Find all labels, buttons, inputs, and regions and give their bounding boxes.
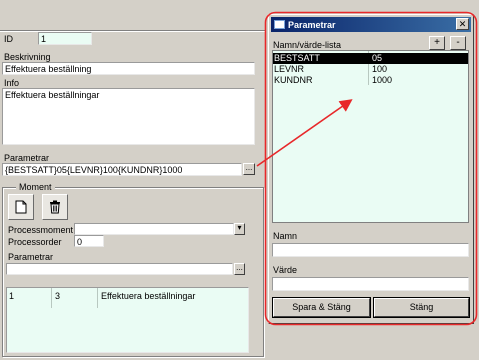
list-label: Namn/värde-lista [273,40,342,50]
namn-label: Namn [273,231,298,241]
dialog-titlebar[interactable]: Parametrar ✕ [271,17,471,32]
moment-parametrar-browse-button[interactable]: ... [234,263,245,275]
id-field[interactable]: 1 [38,32,92,45]
varde-label: Värde [273,265,298,275]
processorder-field[interactable]: 0 [74,235,104,247]
processmoment-dropdown-button[interactable]: ▾ [234,223,245,235]
info-textarea[interactable]: Effektuera beställningar [2,88,255,145]
close-button[interactable]: Stäng [374,298,469,317]
param-name: KUNDNR [274,75,313,85]
processmoment-label: Processmoment [8,225,74,235]
col-divider-2 [97,288,98,308]
dialog-title: Parametrar [288,19,336,30]
moment-parametrar-field[interactable] [6,263,233,275]
beskrivning-field[interactable]: Effektuera beställning [2,62,255,75]
id-label: ID [4,34,13,44]
parametrar-browse-button[interactable]: ... [243,163,255,175]
row-col-3: Effektuera beställningar [101,291,196,301]
processmoment-select[interactable] [74,223,234,235]
add-button[interactable]: + [429,36,445,50]
moment-parametrar-label: Parametrar [8,252,54,262]
param-row[interactable]: LEVNR 100 [273,64,468,75]
parametrar-label: Parametrar [4,153,50,163]
window-icon [274,20,285,29]
param-row[interactable]: KUNDNR 1000 [273,75,468,86]
varde-field[interactable] [272,277,469,291]
delete-button[interactable] [42,194,68,220]
new-document-icon [15,200,27,214]
close-icon[interactable]: ✕ [456,18,469,30]
param-name: BESTSATT [274,53,320,63]
row-col-2: 3 [55,291,61,301]
row-col-1: 1 [9,291,15,301]
param-value: 05 [372,53,383,63]
col-divider-1 [51,288,52,308]
param-value: 100 [372,64,388,74]
moment-list-row[interactable]: 1 3 Effektuera beställningar [9,291,247,302]
info-label: Info [4,78,20,88]
processorder-label: Processorder [8,237,62,247]
param-value: 1000 [372,75,393,85]
save-and-close-button[interactable]: Spara & Stäng [273,298,370,317]
param-name: LEVNR [274,64,305,74]
trash-icon [50,200,60,214]
parametrar-field[interactable]: {BESTSATT}05{LEVNR}100{KUNDNR}1000 [2,163,242,176]
namn-field[interactable] [272,243,469,257]
new-document-button[interactable] [8,194,34,220]
param-row[interactable]: BESTSATT 05 [273,53,468,64]
beskrivning-label: Beskrivning [4,52,51,62]
moment-group-label: Moment [16,182,55,192]
remove-button[interactable]: - [450,36,466,50]
